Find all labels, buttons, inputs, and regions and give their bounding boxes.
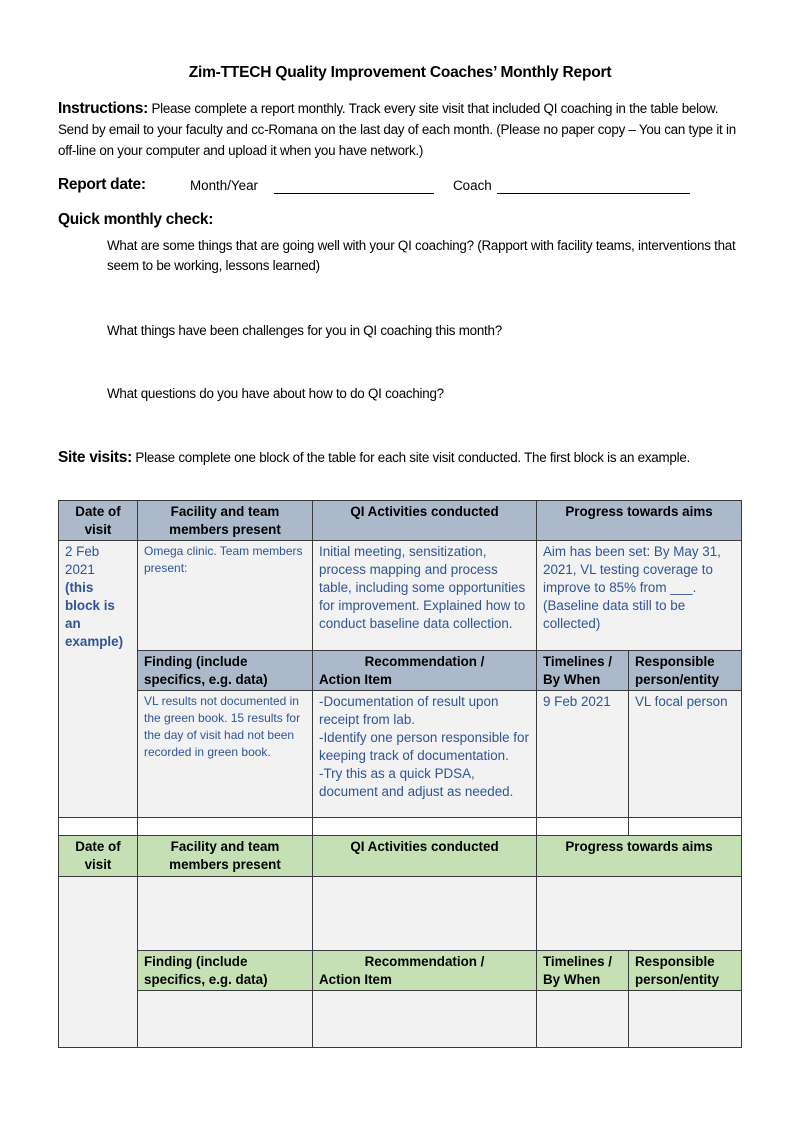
subheader-finding-2: Finding (include specifics, e.g. data) [137, 950, 313, 991]
spacer-cell [137, 817, 313, 836]
site-visits-intro: Site visits: Please complete one block o… [58, 447, 748, 468]
subheader-recommendation-2: Recommendation / Action Item [312, 950, 537, 991]
blank-responsible-cell[interactable] [628, 990, 742, 1048]
spacer-cell [58, 817, 138, 836]
spacer-cell [628, 817, 742, 836]
header-qi-activities: QI Activities conducted [312, 500, 537, 541]
example-finding[interactable]: VL results not documented in the green b… [137, 690, 313, 818]
question-challenges: What things have been challenges for you… [107, 323, 502, 338]
example-activities[interactable]: Initial meeting, sensitization, process … [312, 540, 537, 651]
coach-field[interactable] [497, 193, 690, 194]
spacer-cell [312, 817, 537, 836]
example-timeline[interactable]: 9 Feb 2021 [536, 690, 629, 818]
subheader-recommendation-line2: Action Item [319, 972, 392, 987]
coach-label: Coach [453, 178, 492, 193]
example-facility[interactable]: Omega clinic. Team members present: [137, 540, 313, 651]
header-progress: Progress towards aims [536, 500, 742, 541]
question-going-well: What are some things that are going well… [107, 238, 736, 273]
header-facility-2: Facility and team members present [137, 835, 313, 877]
subheader-recommendation-line1: Recommendation / [364, 954, 485, 969]
header-date-of-visit-2: Date of visit [58, 835, 138, 877]
example-date: 2 Feb 2021 [65, 544, 100, 577]
blank-activities-cell[interactable] [312, 876, 537, 951]
quick-check-heading: Quick monthly check: [58, 211, 214, 228]
subheader-timelines: Timelines / By When [536, 650, 629, 691]
subheader-responsible-2: Responsible person/entity [628, 950, 742, 991]
subheader-responsible: Responsible person/entity [628, 650, 742, 691]
blank-finding-cell[interactable] [137, 990, 313, 1048]
example-recommendation-item: -Documentation of result upon receipt fr… [319, 694, 499, 727]
blank-facility-cell[interactable] [137, 876, 313, 951]
site-visits-table: Date of visit Facility and team members … [58, 500, 742, 1048]
blank-recommendation-cell[interactable] [312, 990, 537, 1048]
blank-date-cell[interactable] [58, 876, 138, 1048]
header-progress-2: Progress towards aims [536, 835, 742, 877]
spacer-cell [536, 817, 629, 836]
example-note: (this block is an example) [65, 580, 124, 649]
subheader-recommendation: Recommendation / Action Item [312, 650, 537, 691]
header-date-of-visit: Date of visit [58, 500, 138, 541]
instructions: Instructions: Please complete a report m… [58, 98, 748, 161]
question-how-to: What questions do you have about how to … [107, 386, 444, 401]
blank-timeline-cell[interactable] [536, 990, 629, 1048]
report-date-label: Report date: [58, 176, 146, 193]
example-date-cell[interactable]: 2 Feb 2021 (this block is an example) [58, 540, 138, 818]
instructions-label: Instructions: [58, 100, 148, 117]
month-year-label: Month/Year [190, 178, 258, 193]
instructions-text: Please complete a report monthly. Track … [58, 101, 736, 158]
page-title: Zim-TTECH Quality Improvement Coaches’ M… [188, 64, 612, 81]
subheader-timelines-2: Timelines / By When [536, 950, 629, 991]
report-date-row: Report date: Month/Year Coach [58, 176, 758, 198]
subheader-recommendation-line2: Action Item [319, 672, 392, 687]
example-responsible[interactable]: VL focal person [628, 690, 742, 818]
example-recommendation-item: -Identify one person responsible for kee… [319, 730, 529, 763]
site-visits-text: Please complete one block of the table f… [131, 450, 690, 465]
site-visits-label: Site visits: [58, 449, 132, 466]
example-progress[interactable]: Aim has been set: By May 31, 2021, VL te… [536, 540, 742, 651]
example-recommendation[interactable]: -Documentation of result upon receipt fr… [312, 690, 537, 818]
example-recommendation-item: -Try this as a quick PDSA, document and … [319, 766, 514, 799]
header-facility: Facility and team members present [137, 500, 313, 541]
header-qi-activities-2: QI Activities conducted [312, 835, 537, 877]
blank-progress-cell[interactable] [536, 876, 742, 951]
month-year-field[interactable] [274, 193, 434, 194]
subheader-finding: Finding (include specifics, e.g. data) [137, 650, 313, 691]
subheader-recommendation-line1: Recommendation / [364, 654, 485, 669]
